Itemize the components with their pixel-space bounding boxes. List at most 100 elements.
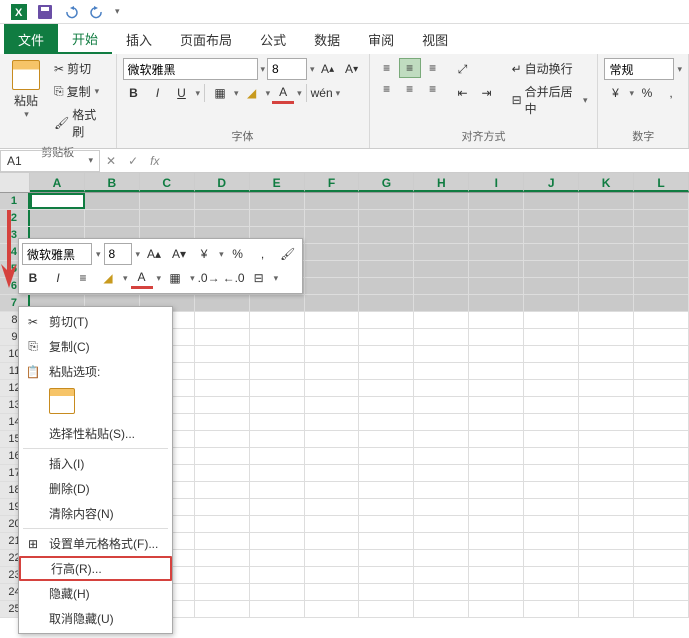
cell-J22[interactable] (524, 550, 579, 566)
cell-G8[interactable] (359, 312, 414, 328)
cell-G20[interactable] (359, 516, 414, 532)
font-name-select[interactable] (123, 58, 258, 80)
tab-review[interactable]: 审阅 (354, 24, 408, 54)
ctx-row-height[interactable]: 行高(R)... (19, 556, 172, 581)
cell-F13[interactable] (305, 397, 360, 413)
cell-D21[interactable] (195, 533, 250, 549)
cell-L14[interactable] (634, 414, 689, 430)
cell-K8[interactable] (579, 312, 634, 328)
cell-J4[interactable] (524, 244, 579, 260)
mini-border[interactable]: ▦ (164, 267, 186, 289)
mini-increase-font-icon[interactable]: A▴ (143, 243, 165, 265)
cell-I4[interactable] (469, 244, 524, 260)
name-box[interactable]: A1▾ (0, 150, 100, 172)
cell-D11[interactable] (195, 363, 250, 379)
cell-F2[interactable] (305, 210, 360, 226)
cell-E8[interactable] (250, 312, 305, 328)
cell-K15[interactable] (579, 431, 634, 447)
cell-I19[interactable] (469, 499, 524, 515)
cell-K1[interactable] (579, 193, 634, 209)
cell-K5[interactable] (579, 261, 634, 277)
cell-G6[interactable] (359, 278, 414, 294)
cell-E7[interactable] (250, 295, 305, 311)
cell-L21[interactable] (634, 533, 689, 549)
cell-K4[interactable] (579, 244, 634, 260)
cell-D15[interactable] (195, 431, 250, 447)
mini-fill-color[interactable]: ◢ (97, 267, 119, 289)
cell-A2[interactable] (30, 210, 85, 226)
comma-button[interactable]: , (660, 82, 682, 104)
tab-data[interactable]: 数据 (300, 24, 354, 54)
cell-K16[interactable] (579, 448, 634, 464)
cell-G11[interactable] (359, 363, 414, 379)
cell-J20[interactable] (524, 516, 579, 532)
mini-decimal-inc[interactable]: .0→ (198, 267, 220, 289)
cell-J1[interactable] (524, 193, 579, 209)
cell-E10[interactable] (250, 346, 305, 362)
cell-G13[interactable] (359, 397, 414, 413)
col-A[interactable]: A (30, 173, 85, 192)
cell-K25[interactable] (579, 601, 634, 617)
cut-button[interactable]: ✂剪切 (50, 58, 110, 79)
cell-I5[interactable] (469, 261, 524, 277)
cell-E23[interactable] (250, 567, 305, 583)
cell-E21[interactable] (250, 533, 305, 549)
mini-decrease-font-icon[interactable]: A▾ (168, 243, 190, 265)
redo-icon[interactable] (88, 3, 106, 21)
cell-H14[interactable] (414, 414, 469, 430)
mini-comma-icon[interactable]: , (252, 243, 274, 265)
cell-J7[interactable] (524, 295, 579, 311)
cell-J6[interactable] (524, 278, 579, 294)
cell-L16[interactable] (634, 448, 689, 464)
col-F[interactable]: F (305, 173, 360, 192)
cell-J12[interactable] (524, 380, 579, 396)
col-K[interactable]: K (579, 173, 634, 192)
cell-I17[interactable] (469, 465, 524, 481)
cell-F22[interactable] (305, 550, 360, 566)
cell-F12[interactable] (305, 380, 360, 396)
cell-D19[interactable] (195, 499, 250, 515)
cell-L3[interactable] (634, 227, 689, 243)
cell-D16[interactable] (195, 448, 250, 464)
cell-F6[interactable] (305, 278, 360, 294)
cell-E9[interactable] (250, 329, 305, 345)
cell-L5[interactable] (634, 261, 689, 277)
cell-I8[interactable] (469, 312, 524, 328)
currency-button[interactable]: ¥ (604, 82, 626, 104)
cell-G17[interactable] (359, 465, 414, 481)
mini-bold[interactable]: B (22, 267, 44, 289)
cell-J17[interactable] (524, 465, 579, 481)
cell-I15[interactable] (469, 431, 524, 447)
cell-L8[interactable] (634, 312, 689, 328)
cell-F8[interactable] (305, 312, 360, 328)
cell-D2[interactable] (195, 210, 250, 226)
phonetic-button[interactable]: wén (311, 82, 333, 104)
undo-icon[interactable] (62, 3, 80, 21)
col-H[interactable]: H (414, 173, 469, 192)
cell-H10[interactable] (414, 346, 469, 362)
cell-J21[interactable] (524, 533, 579, 549)
cell-G23[interactable] (359, 567, 414, 583)
cell-I18[interactable] (469, 482, 524, 498)
cell-H1[interactable] (414, 193, 469, 209)
align-top[interactable]: ≡ (376, 58, 398, 78)
cell-J3[interactable] (524, 227, 579, 243)
mini-font-name[interactable] (22, 243, 92, 265)
cell-E16[interactable] (250, 448, 305, 464)
cell-H18[interactable] (414, 482, 469, 498)
cell-F14[interactable] (305, 414, 360, 430)
cell-G5[interactable] (359, 261, 414, 277)
cell-H22[interactable] (414, 550, 469, 566)
cell-L15[interactable] (634, 431, 689, 447)
cell-J2[interactable] (524, 210, 579, 226)
cell-K18[interactable] (579, 482, 634, 498)
wrap-text-button[interactable]: ↵自动换行 (508, 58, 592, 79)
mini-painter-icon[interactable]: 🖌 (277, 243, 299, 265)
bold-button[interactable]: B (123, 82, 145, 104)
cell-E22[interactable] (250, 550, 305, 566)
cell-D23[interactable] (195, 567, 250, 583)
cell-D20[interactable] (195, 516, 250, 532)
cell-K14[interactable] (579, 414, 634, 430)
cell-J24[interactable] (524, 584, 579, 600)
increase-indent[interactable]: ⇥ (476, 82, 498, 104)
